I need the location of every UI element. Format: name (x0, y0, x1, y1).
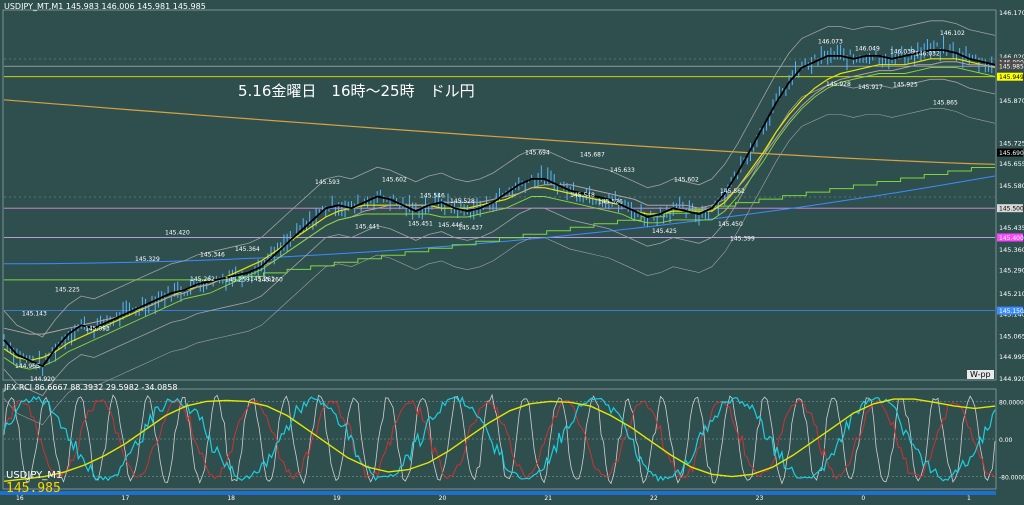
price-label: 145.528 (450, 198, 475, 205)
bottom-symbol: USDJPY_M1 (6, 470, 63, 481)
price-label: 145.562 (720, 188, 745, 195)
price-axis-label: 145.210 (999, 290, 1024, 298)
wpp-label: W-pp (967, 370, 994, 379)
price-label: 145.526 (598, 199, 623, 206)
price-axis-label: 145.580 (999, 182, 1024, 190)
price-label: 145.687 (580, 151, 605, 158)
price-label: 145.451 (408, 221, 433, 228)
price-label: 145.925 (893, 82, 918, 89)
price-tag-label: 145.949 (999, 74, 1024, 81)
time-axis-label: 22 (650, 495, 658, 502)
price-label: 145.143 (22, 311, 47, 318)
price-label: 145.865 (933, 99, 958, 106)
price-label: 145.262 (190, 276, 215, 283)
time-axis-label: 19 (333, 495, 341, 502)
price-label: 145.548 (570, 192, 595, 199)
price-label: 145.093 (85, 325, 110, 332)
price-label: 145.364 (235, 246, 260, 253)
chart-window: USDJPY_MT,M1 145.983 146.006 145.981 145… (0, 0, 1024, 505)
time-axis-label: 18 (227, 495, 235, 502)
price-axis-label: 145.870 (999, 97, 1024, 105)
grid (4, 58, 995, 198)
price-tag-label: 145.690 (999, 150, 1024, 157)
rci-axis-label: 80.0000 (999, 399, 1024, 406)
price-label: 146.102 (940, 30, 965, 37)
price-label: 144.920 (30, 376, 55, 383)
price-tag-label: 145.985 (999, 64, 1024, 71)
price-label: 145.602 (382, 176, 407, 183)
price-label: 145.917 (858, 84, 883, 91)
time-axis-label: 0 (861, 495, 865, 502)
price-label: 146.049 (855, 45, 880, 52)
time-axis-label: 20 (439, 495, 447, 502)
price-label: 146.073 (818, 38, 843, 45)
time-axis-label: 21 (544, 495, 552, 502)
price-chart[interactable]: 144.965 144.920 145.143 145.225 145.093 145.3… (0, 0, 1024, 505)
price-axis-label: 145.725 (999, 139, 1024, 147)
rci-header: JFX-RCI 86.6667 88.3932 29.5982 -34.0858 (4, 383, 178, 392)
price-axis: 146.170146.020145.870145.725145.655145.5… (997, 9, 1024, 383)
time-axis: 16 17 18 19 20 21 22 23 0 1 (0, 491, 996, 502)
time-axis-label: 23 (756, 495, 764, 502)
price-label: 145.225 (55, 287, 80, 294)
price-label: 146.039 (890, 48, 915, 55)
price-axis-label: 145.065 (999, 333, 1024, 341)
price-tag-label: 145.500 (999, 206, 1024, 213)
price-label: 145.593 (315, 179, 340, 186)
time-axis-bar (0, 491, 996, 495)
price-label: 144.965 (15, 363, 40, 370)
price-label: 145.928 (826, 81, 851, 88)
price-label: 145.346 (200, 251, 225, 258)
price-label: 145.259 (225, 277, 250, 284)
price-axis-label: 145.290 (999, 267, 1024, 275)
bollinger-upper (3, 20, 996, 338)
price-label: 145.450 (718, 221, 743, 228)
rci-axis-label: -80.0000 (999, 475, 1024, 482)
price-tag-label: 145.400 (999, 235, 1024, 242)
price-label: 145.694 (525, 149, 550, 156)
price-label: 145.602 (674, 176, 699, 183)
price-axis-label: 145.360 (999, 246, 1024, 254)
time-axis-label: 16 (16, 495, 24, 502)
price-label: 145.633 (610, 167, 635, 174)
price-label: 145.329 (135, 256, 160, 263)
ma-green-line (3, 67, 996, 370)
price-label: 146.032 (915, 50, 940, 57)
price-tag-label: 145.150 (999, 308, 1024, 315)
long-ma-line (3, 99, 996, 165)
price-axis-label: 144.995 (999, 353, 1024, 361)
price-label: 145.546 (420, 193, 445, 200)
price-label: 145.441 (355, 223, 380, 230)
price-label: 145.399 (730, 236, 755, 243)
price-label: 145.425 (652, 228, 677, 235)
price-label: 145.261 (250, 276, 275, 283)
time-axis-label: 1 (967, 495, 971, 502)
price-axis-label: 145.655 (999, 160, 1024, 168)
price-axis-label: 144.920 (999, 375, 1024, 383)
rci-axis-label: 0.00 (999, 437, 1013, 444)
bollinger-outer-lower (3, 108, 996, 426)
price-axis-label: 146.170 (999, 9, 1024, 17)
rci-lines: 80.0000 0.00 -80.0000 (3, 393, 1024, 485)
time-axis-label: 17 (122, 495, 130, 502)
price-label: 145.437 (458, 225, 483, 232)
price-label: 145.420 (165, 230, 190, 237)
bottom-price: 145.985 (6, 481, 61, 496)
price-axis-label: 145.435 (999, 224, 1024, 232)
